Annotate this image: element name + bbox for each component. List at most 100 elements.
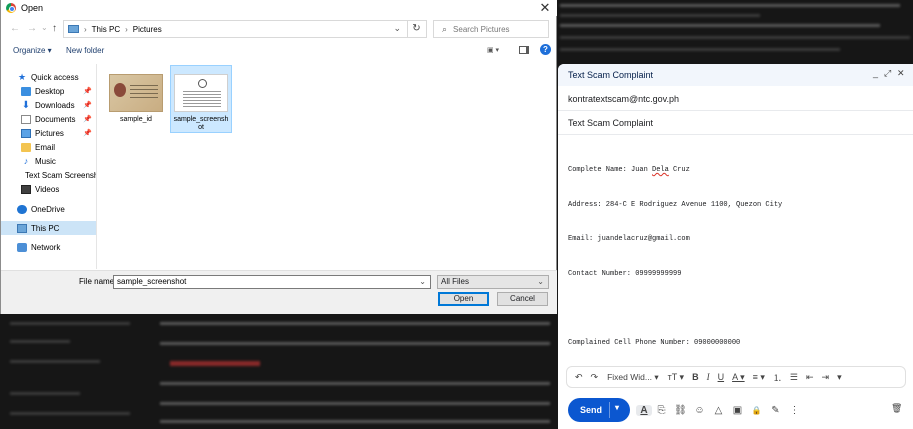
minimize-icon[interactable]: _ [873,68,878,78]
cancel-button[interactable]: Cancel [497,292,548,306]
address-dropdown-icon[interactable]: ⌄ [393,23,401,34]
nav-item-downloads[interactable]: ⬇ Downloads 📌 [1,98,96,112]
address-bar[interactable]: › This PC › Pictures ⌄ [63,20,408,38]
preview-pane-icon[interactable] [519,46,529,54]
nav-item-label: Desktop [35,86,65,96]
italic-button[interactable]: I [707,372,710,382]
indent-more-icon[interactable]: ⇥ [822,372,830,383]
pin-icon: 📌 [83,116,92,123]
underline-button[interactable]: U [718,372,725,382]
subject-field[interactable]: Text Scam Complaint [558,112,913,135]
file-type-value: All Files [441,277,470,286]
font-size-select[interactable]: тT ▾ [668,372,684,383]
discard-draft-icon[interactable]: 🗑 [891,403,902,414]
bulleted-list-icon[interactable]: ☰ [790,372,798,383]
formatting-options-icon[interactable]: A [636,404,652,416]
recent-locations-chevron-icon[interactable]: ⌄ [41,23,48,32]
attach-file-icon[interactable]: ⎘ [652,405,671,416]
more-formatting-icon[interactable]: ▾ [837,372,842,383]
redo-icon[interactable]: ↷ [591,372,599,383]
screenshot-thumbnail [174,74,228,112]
nav-item-label: Network [31,242,61,252]
file-name-label: File name: [79,277,117,286]
indent-less-icon[interactable]: ⇤ [806,372,814,383]
nav-item-email[interactable]: Email [1,140,96,154]
dialog-close-button[interactable]: ✕ [538,0,552,16]
compose-window: Text Scam Complaint _ ⤢ ✕ kontratextscam… [558,64,913,429]
organize-button[interactable]: Organize ▾ [13,46,52,55]
forward-arrow-icon[interactable]: → [27,23,37,34]
nav-item-pictures[interactable]: Pictures 📌 [1,126,96,140]
body-line: Complete Name: Juan Dela Cruz [568,165,908,177]
nav-item-quick-access[interactable]: ★ Quick access [1,70,96,84]
drive-icon[interactable]: △ [709,405,728,416]
file-name: sample_id [120,116,152,123]
nav-item-documents[interactable]: Documents 📌 [1,112,96,126]
breadcrumb-separator: › [125,24,128,34]
help-icon[interactable]: ? [540,44,551,55]
videos-icon [21,184,31,194]
back-arrow-icon[interactable]: ← [10,23,20,34]
file-name-input[interactable]: sample_screenshot ⌄ [113,275,431,289]
nav-item-label: OneDrive [31,204,65,214]
file-type-select[interactable]: All Files ⌄ [437,275,549,289]
dialog-title: Open [21,3,44,13]
recipient-value: kontratextscam@ntc.gov.ph [568,94,680,104]
breadcrumb-pictures[interactable]: Pictures [133,25,162,34]
nav-item-onedrive[interactable]: OneDrive [1,202,96,216]
insert-link-icon[interactable]: ⛓ [671,405,690,416]
breadcrumb-this-pc[interactable]: This PC [92,25,120,34]
body-line: Email: juandelacruz@gmail.com [568,235,690,243]
change-view-icon[interactable]: ▣ ▾ [487,46,503,55]
new-folder-button[interactable]: New folder [66,46,104,55]
undo-icon[interactable]: ↶ [575,372,583,383]
emoji-icon[interactable]: ☺ [690,405,709,416]
send-divider [609,402,610,418]
send-options-icon[interactable]: ▾ [615,403,619,412]
nav-item-label: Music [35,156,56,166]
chevron-down-icon[interactable]: ⌄ [419,276,426,288]
file-item-sample-id[interactable]: sample_id [105,66,167,134]
search-icon: ⌕ [442,23,448,34]
formatting-toolbar: ↶ ↷ Fixed Wid... ▾ тT ▾ B I U A ▾ ≡ ▾ ⒈ … [566,366,906,388]
nav-item-videos[interactable]: Videos [1,182,96,196]
body-text: Cruz [668,166,690,174]
search-input[interactable]: ⌕ Search Pictures [433,20,549,38]
text-color-button[interactable]: A ▾ [732,372,745,383]
id-card-thumbnail [109,74,163,112]
nav-item-network[interactable]: Network [1,240,96,254]
nav-item-this-pc[interactable]: This PC [1,221,96,235]
align-select[interactable]: ≡ ▾ [753,372,765,383]
file-item-sample-screenshot[interactable]: sample_screensh ot [170,65,232,133]
bold-button[interactable]: B [692,372,699,382]
close-icon[interactable]: ✕ [897,68,905,79]
numbered-list-icon[interactable]: ⒈ [773,371,782,384]
star-icon: ★ [17,71,27,82]
cloud-icon [17,204,27,214]
body-text: Complete Name: Juan [568,166,653,174]
expand-icon[interactable]: ⤢ [884,68,891,79]
nav-item-music[interactable]: ♪ Music [1,154,96,168]
recipient-field[interactable]: kontratextscam@ntc.gov.ph [558,88,913,111]
send-button[interactable]: Send ▾ [568,398,630,422]
up-arrow-icon[interactable]: ↑ [52,23,57,34]
font-family-select[interactable]: Fixed Wid... ▾ [607,372,659,383]
nav-item-label: This PC [31,223,60,233]
command-bar: Organize ▾ New folder ▣ ▾ ? [1,43,557,59]
more-options-icon[interactable]: ⋮ [785,405,804,416]
open-button[interactable]: Open [438,292,489,306]
subject-value: Text Scam Complaint [568,118,654,128]
dialog-footer: File name: sample_screenshot ⌄ All Files… [1,270,557,314]
insert-photo-icon[interactable]: ▣ [728,405,747,416]
confidential-mode-icon[interactable]: 🔒 [747,406,766,415]
nav-item-text-scam-screenshots[interactable]: Text Scam Screensh [1,168,96,182]
message-body[interactable]: Complete Name: Juan Dela Cruz Address: 2… [568,142,908,372]
network-icon [17,242,27,252]
nav-item-desktop[interactable]: Desktop 📌 [1,84,96,98]
documents-icon [21,114,31,124]
spellcheck-flagged-word[interactable]: Dela [652,166,669,174]
refresh-button[interactable]: ↻ [407,20,427,38]
signature-icon[interactable]: ✎ [766,405,785,416]
send-label: Send [580,405,603,415]
body-line: Complained Cell Phone Number: 0900000000… [568,338,741,347]
